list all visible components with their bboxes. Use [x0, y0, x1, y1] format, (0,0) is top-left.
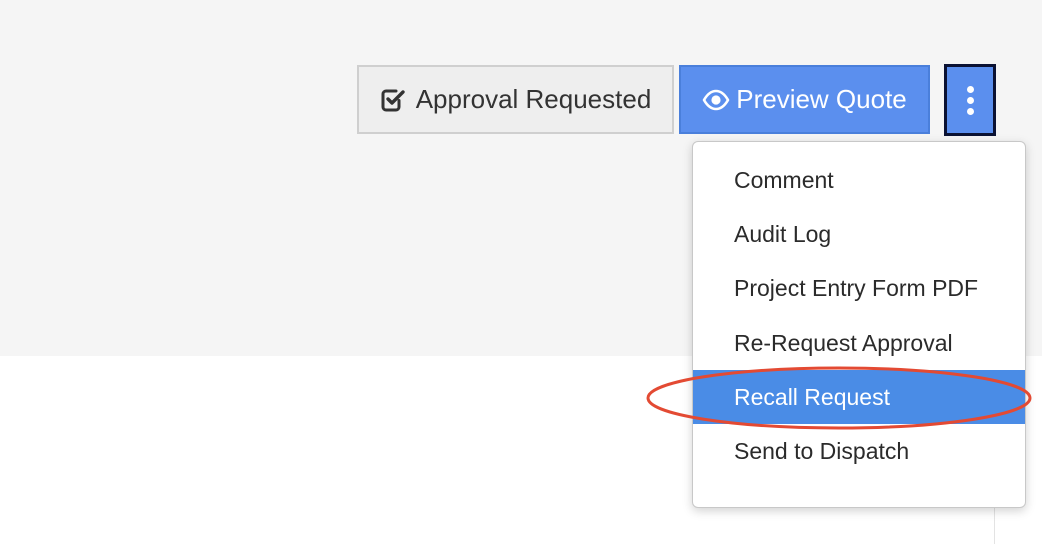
- preview-quote-button[interactable]: Preview Quote: [679, 65, 930, 134]
- checkbox-check-icon: [380, 87, 406, 113]
- menu-item-label: Recall Request: [734, 383, 890, 410]
- menu-item-label: Audit Log: [734, 220, 832, 247]
- menu-item-comment[interactable]: Comment: [693, 153, 1025, 207]
- menu-item-recall-request[interactable]: Recall Request: [693, 370, 1025, 424]
- actions-dropdown-menu: Comment Audit Log Project Entry Form PDF…: [692, 141, 1026, 508]
- preview-quote-label: Preview Quote: [736, 84, 907, 114]
- menu-item-audit-log[interactable]: Audit Log: [693, 207, 1025, 261]
- menu-item-label: Re-Request Approval: [734, 329, 953, 356]
- vertical-ellipsis-icon: [966, 85, 974, 93]
- menu-item-label: Project Entry Form PDF: [734, 274, 979, 301]
- menu-item-label: Send to Dispatch: [734, 437, 910, 464]
- approval-requested-label: Approval Requested: [415, 84, 652, 114]
- approval-requested-button[interactable]: Approval Requested: [357, 65, 674, 134]
- menu-item-re-request-approval[interactable]: Re-Request Approval: [693, 316, 1025, 370]
- menu-item-project-entry-form-pdf[interactable]: Project Entry Form PDF: [693, 261, 1025, 315]
- more-actions-button[interactable]: [944, 64, 996, 136]
- menu-item-label: Comment: [734, 166, 834, 193]
- eye-icon: [702, 89, 730, 111]
- menu-item-send-to-dispatch[interactable]: Send to Dispatch: [693, 424, 1025, 478]
